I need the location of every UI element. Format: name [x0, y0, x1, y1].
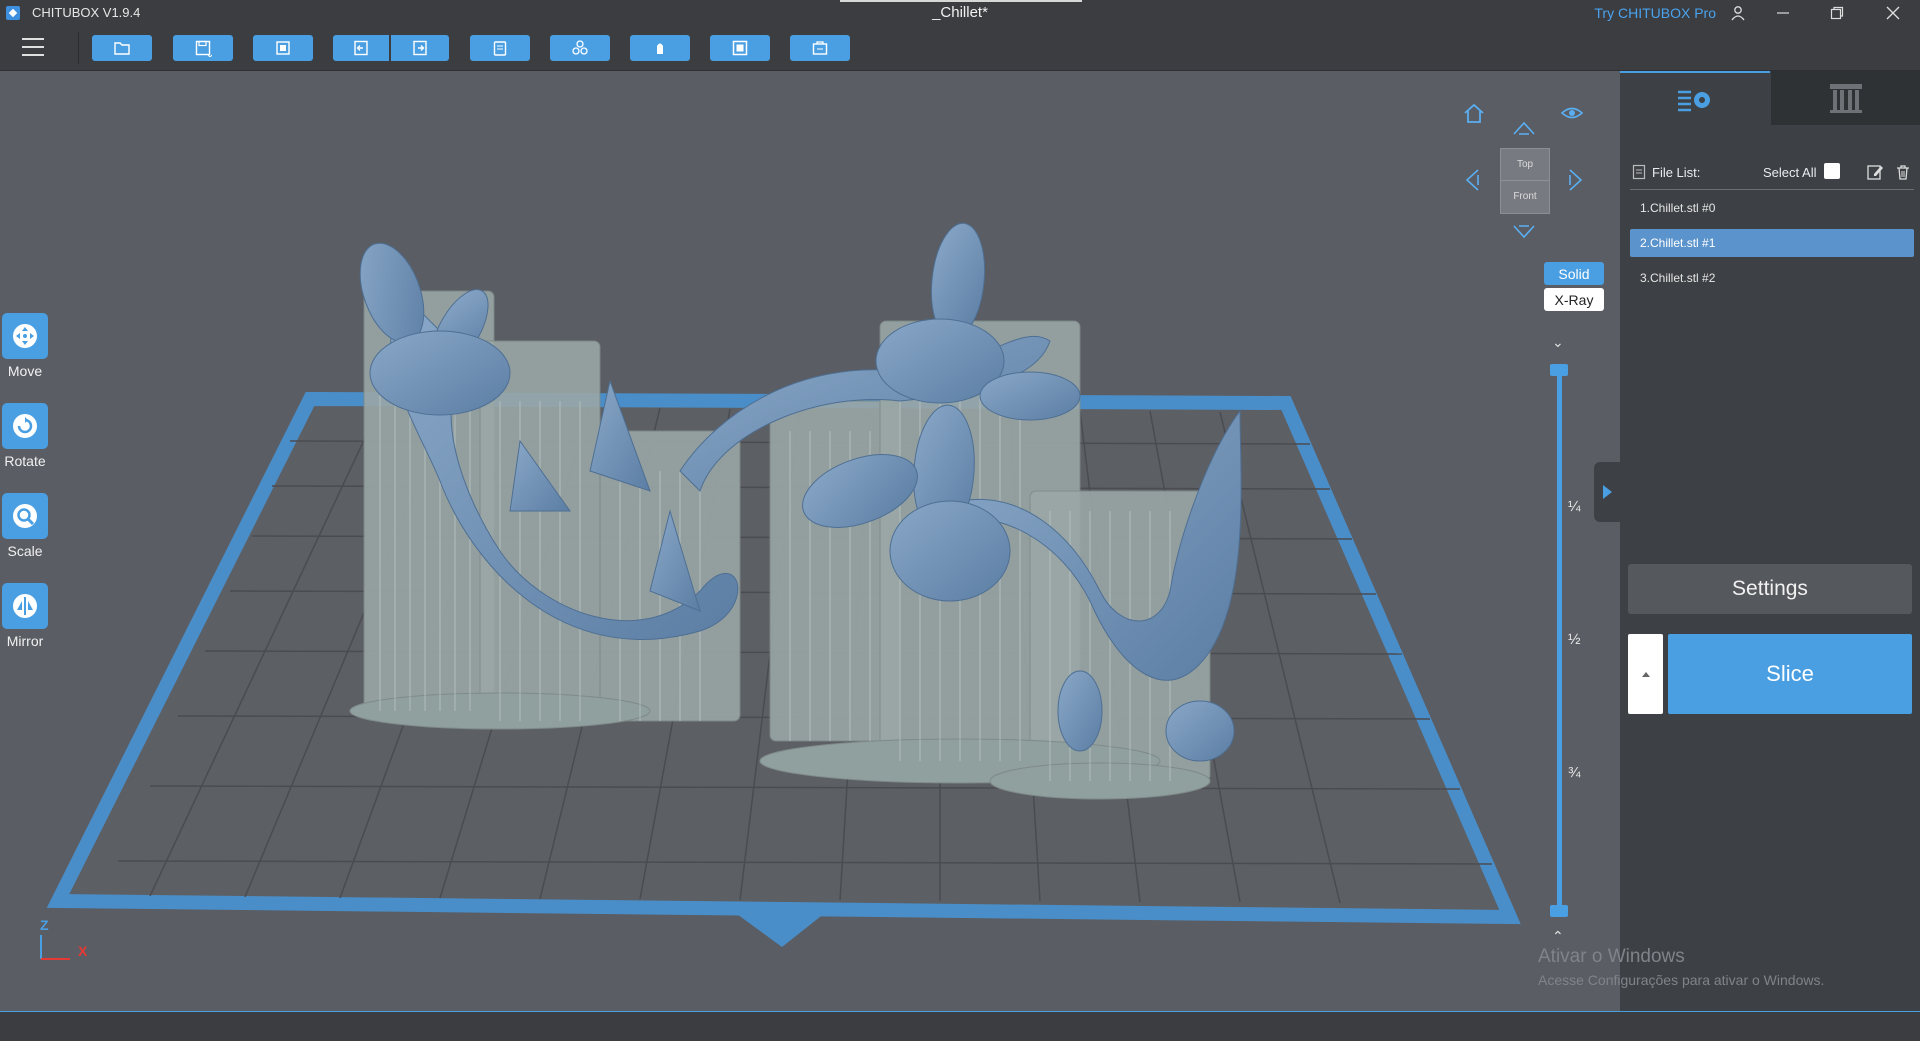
plate-notch [730, 909, 830, 947]
rotate-label: Rotate [4, 453, 46, 469]
duplicate-button[interactable] [550, 35, 610, 61]
rotate-tool[interactable]: Rotate [0, 403, 50, 469]
layer-slider-bottom-handle[interactable] [1550, 905, 1568, 917]
settings-button[interactable]: Settings [1628, 564, 1912, 614]
move-icon [2, 313, 48, 359]
view-cube-top[interactable]: Top [1501, 149, 1549, 181]
undo-icon [354, 40, 368, 56]
play-arrow-icon [1603, 485, 1612, 499]
right-panel: File List: Select All 1.Chillet.stl #0 2… [1620, 71, 1920, 1011]
scale-label: Scale [7, 543, 43, 559]
model-1-ear [979, 371, 1081, 421]
support-icon [657, 43, 663, 54]
undo-button[interactable] [333, 35, 389, 61]
windows-activation-subtitle: Acesse Configurações para ativar o Windo… [1538, 972, 1825, 988]
clipboard-button[interactable] [470, 35, 530, 61]
axis-gizmo [40, 935, 70, 960]
clipboard-icon [493, 41, 507, 56]
slider-chevron-down-icon[interactable]: ⌄ [1552, 334, 1564, 351]
slider-mark-three-quarter: ¾ [1568, 764, 1581, 781]
user-icon[interactable] [1714, 0, 1762, 26]
redo-icon [413, 40, 427, 56]
rotate-left-arrow-icon[interactable] [1464, 168, 1480, 192]
windows-activation-title: Ativar o Windows [1538, 946, 1685, 967]
close-icon[interactable] [1870, 0, 1916, 26]
import-icon [276, 41, 290, 55]
slice-button[interactable]: Slice [1668, 634, 1912, 714]
open-file-icon [114, 42, 130, 55]
tab-supports[interactable] [1771, 71, 1920, 125]
main-toolbar [0, 26, 1920, 71]
rotate-down-arrow-icon[interactable] [1512, 224, 1536, 240]
xray-mode-button[interactable]: X-Ray [1544, 288, 1604, 311]
solid-mode-button[interactable]: Solid [1544, 262, 1604, 285]
rotate-icon [2, 403, 48, 449]
file-list-header: File List: Select All [1630, 161, 1914, 185]
hollow-button[interactable] [710, 35, 770, 61]
drill-button[interactable] [790, 35, 850, 61]
model-2-fin-b [1057, 670, 1103, 752]
slider-mark-half: ½ [1568, 631, 1581, 648]
file-list-divider [1630, 189, 1914, 190]
tab-settings[interactable] [1620, 71, 1770, 127]
home-view-icon[interactable] [1463, 102, 1485, 124]
model-0-head [369, 330, 511, 416]
build-plate-scene[interactable] [0, 71, 1620, 1011]
model-2-tail-tip [1165, 700, 1235, 762]
settings-list-icon [1678, 90, 1710, 112]
axis-x-label: X [78, 943, 88, 959]
layer-slider-track[interactable] [1557, 368, 1562, 914]
drill-icon [812, 41, 828, 55]
caret-up-icon [1641, 672, 1650, 677]
file-item-1[interactable]: 2.Chillet.stl #1 [1630, 229, 1914, 257]
panel-collapse-tab[interactable] [1594, 462, 1620, 522]
rotate-up-arrow-icon[interactable] [1512, 120, 1536, 136]
axis-z-label: Z [40, 917, 49, 933]
slider-mark-quarter: ¼ [1568, 498, 1581, 515]
hollow-icon [732, 40, 748, 56]
save-button[interactable] [173, 35, 233, 61]
view-cube-front[interactable]: Front [1501, 181, 1549, 212]
mirror-icon [2, 583, 48, 629]
title-bar: CHITUBOX V1.9.4 _Chillet* Try CHITUBOX P… [0, 0, 1920, 26]
menu-icon[interactable] [22, 38, 44, 56]
layer-slider-top-handle[interactable] [1550, 364, 1568, 376]
file-item-2[interactable]: 3.Chillet.stl #2 [1630, 264, 1914, 292]
redo-button[interactable] [391, 35, 449, 61]
select-all-label: Select All [1763, 165, 1817, 180]
scale-icon [2, 493, 48, 539]
slider-chevron-up-icon[interactable]: ⌃ [1552, 928, 1564, 945]
mirror-tool[interactable]: Mirror [0, 583, 50, 649]
toolbar-divider [78, 32, 79, 64]
open-file-button[interactable] [92, 35, 152, 61]
restore-icon[interactable] [1814, 0, 1860, 26]
duplicate-icon [572, 40, 588, 55]
3d-viewport[interactable]: Z X [0, 71, 1620, 1011]
save-icon [195, 40, 212, 57]
edit-icon[interactable] [1866, 163, 1884, 181]
title-underline [840, 0, 1082, 2]
trash-icon[interactable] [1894, 163, 1912, 181]
rotate-right-arrow-icon[interactable] [1568, 168, 1584, 192]
model-2-head [889, 500, 1011, 602]
visibility-eye-icon[interactable] [1560, 104, 1584, 122]
scale-tool[interactable]: Scale [0, 493, 50, 559]
supports-pillars-icon [1829, 84, 1862, 113]
support-button[interactable] [630, 35, 690, 61]
mirror-label: Mirror [6, 633, 44, 649]
status-bar [0, 1011, 1920, 1041]
move-tool[interactable]: Move [0, 313, 50, 379]
file-list-icon [1632, 164, 1646, 180]
try-pro-link[interactable]: Try CHITUBOX Pro [1594, 5, 1716, 21]
panel-tabs [1620, 71, 1920, 127]
file-item-0[interactable]: 1.Chillet.stl #0 [1630, 194, 1914, 222]
minimize-icon[interactable] [1760, 0, 1806, 26]
move-label: Move [7, 363, 43, 379]
file-list-label: File List: [1652, 165, 1701, 180]
slice-options-button[interactable] [1628, 634, 1663, 714]
import-button[interactable] [253, 35, 313, 61]
select-all-checkbox[interactable] [1824, 163, 1840, 179]
view-cube[interactable]: Top Front [1500, 148, 1550, 214]
